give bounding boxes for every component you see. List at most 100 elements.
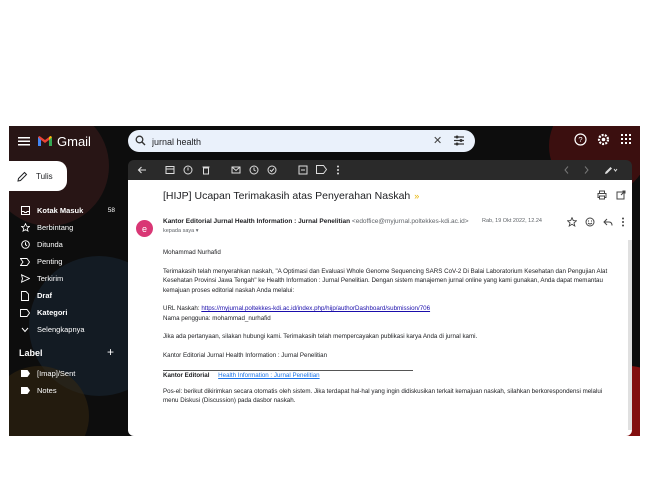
sidebar-item-label: Kotak Masuk xyxy=(37,206,84,215)
sidebar-item-sent[interactable]: Terkirim xyxy=(9,270,121,287)
sidebar-item-drafts[interactable]: Draf xyxy=(9,287,121,304)
username-label: Nama pengguna: xyxy=(163,314,211,322)
snooze-icon[interactable] xyxy=(249,165,259,175)
gmail-m-icon xyxy=(38,136,52,146)
reply-icon[interactable] xyxy=(603,217,613,227)
search-options-icon[interactable] xyxy=(453,135,465,146)
add-label-icon[interactable]: + xyxy=(107,345,114,359)
username-line: Nama pengguna: mohammad_nurhafid xyxy=(163,314,609,324)
draft-icon xyxy=(19,290,31,301)
sidebar-item-label: Selengkapnya xyxy=(37,325,85,334)
signature: Kantor Editorial Health Information : Ju… xyxy=(163,371,609,381)
sender-name[interactable]: Kantor Editorial Jurnal Health Informati… xyxy=(163,218,350,225)
label-icon xyxy=(19,387,31,394)
help-icon[interactable]: ? xyxy=(574,133,587,146)
greeting: Mohammad Nurhafid xyxy=(163,249,221,256)
delete-icon[interactable] xyxy=(201,165,211,175)
main-menu-icon[interactable] xyxy=(17,134,31,148)
sidebar-item-label: Terkirim xyxy=(37,274,64,283)
sidebar-item-label: Berbintang xyxy=(37,223,74,232)
sidebar-item-label: Kategori xyxy=(37,308,68,317)
older-chevron-icon[interactable] xyxy=(583,165,590,175)
recipient-dropdown[interactable]: kepada saya ▾ xyxy=(163,228,199,234)
svg-text:?: ? xyxy=(578,135,582,144)
compose-label: Tulis xyxy=(36,171,53,181)
report-spam-icon[interactable] xyxy=(183,165,193,175)
sidebar-item-inbox[interactable]: Kotak Masuk 58 xyxy=(9,202,121,219)
search-bar[interactable]: ✕ xyxy=(128,130,475,152)
archive-icon[interactable] xyxy=(165,165,175,175)
settings-gear-icon[interactable] xyxy=(597,133,610,146)
url-label: URL Naskah: xyxy=(163,305,200,312)
compose-button[interactable]: Tulis xyxy=(9,161,67,191)
mark-unread-icon[interactable] xyxy=(231,165,241,175)
email-date: Rab, 19 Okt 2022, 12.24 xyxy=(482,218,542,224)
gmail-logo[interactable]: Gmail xyxy=(37,132,91,150)
label-icon xyxy=(19,308,31,317)
sidebar-item-snoozed[interactable]: Ditunda xyxy=(9,236,121,253)
important-icon xyxy=(19,257,31,266)
label-icon xyxy=(19,370,31,377)
back-arrow-icon[interactable] xyxy=(137,165,147,175)
paragraph-submission: Terimakasih telah menyerahkan naskah, "A… xyxy=(163,267,608,294)
url-line: URL Naskah: https://myjurnal.poltekkes-k… xyxy=(163,304,609,314)
important-marker-icon[interactable]: » xyxy=(414,191,419,201)
emoji-reaction-icon[interactable] xyxy=(585,217,595,227)
input-tools-icon[interactable] xyxy=(604,165,618,175)
subject-text: [HIJP] Ucapan Terimakasih atas Penyeraha… xyxy=(163,190,411,202)
inbox-count: 58 xyxy=(107,207,115,214)
message-toolbar xyxy=(128,160,632,180)
top-right-icons: ? xyxy=(574,133,632,146)
more-options-icon[interactable] xyxy=(336,165,340,175)
sidebar-item-label: Draf xyxy=(37,291,53,300)
sidebar-item-label: Penting xyxy=(37,257,63,266)
sidebar-nav: Kotak Masuk 58 Berbintang Ditunda Pentin… xyxy=(9,202,121,338)
label-item-text: [Imap]/Sent xyxy=(37,369,76,378)
sidebar-item-categories[interactable]: Kategori xyxy=(9,304,121,321)
journal-link[interactable]: Health Information : Jurnal Penelitian xyxy=(218,372,319,379)
footer-note: Pos-el: berikut dikirimkan secara otomat… xyxy=(163,387,603,405)
labels-list: [Imap]/Sent Notes xyxy=(9,365,121,399)
open-new-window-icon[interactable] xyxy=(616,190,626,200)
gmail-window: Gmail ✕ ? Tulis Kotak Masuk 58 Berbinta xyxy=(9,126,640,436)
apps-grid-icon[interactable] xyxy=(620,133,632,145)
star-icon[interactable] xyxy=(567,217,577,227)
label-item-text: Notes xyxy=(37,386,57,395)
send-icon xyxy=(19,274,31,283)
label-as-icon[interactable] xyxy=(316,165,327,174)
message-view: [HIJP] Ucapan Terimakasih atas Penyeraha… xyxy=(128,180,632,436)
search-icon[interactable] xyxy=(135,135,146,146)
sender-email: <edoffice@myjurnal.poltekkes-kdi.ac.id> xyxy=(351,218,469,225)
label-item-imap-sent[interactable]: [Imap]/Sent xyxy=(9,365,121,382)
signature-bold: Kantor Editorial xyxy=(163,372,210,379)
move-to-icon[interactable] xyxy=(298,165,308,175)
paragraph-questions: Jika ada pertanyaan, silakan hubungi kam… xyxy=(163,333,478,340)
sidebar-item-important[interactable]: Penting xyxy=(9,253,121,270)
more-options-icon[interactable] xyxy=(621,217,625,227)
clock-icon xyxy=(19,240,31,249)
clear-search-icon[interactable]: ✕ xyxy=(433,134,442,147)
sender-line: Kantor Editorial Jurnal Health Informati… xyxy=(163,218,469,225)
add-task-icon[interactable] xyxy=(267,165,277,175)
star-icon xyxy=(19,223,31,232)
labels-header: Label xyxy=(19,348,43,358)
pencil-icon xyxy=(17,171,28,182)
submission-link[interactable]: https://myjurnal.poltekkes-kdi.ac.id/ind… xyxy=(201,305,430,312)
chevron-down-icon xyxy=(19,327,31,333)
label-item-notes[interactable]: Notes xyxy=(9,382,121,399)
scrollbar[interactable] xyxy=(628,240,632,430)
sidebar-item-more[interactable]: Selengkapnya xyxy=(9,321,121,338)
email-subject: [HIJP] Ucapan Terimakasih atas Penyeraha… xyxy=(163,190,419,202)
search-input[interactable] xyxy=(150,133,434,151)
sidebar-item-label: Ditunda xyxy=(37,240,63,249)
recipient-text: kepada saya xyxy=(163,228,195,234)
gmail-wordmark: Gmail xyxy=(57,133,91,149)
newer-chevron-icon[interactable] xyxy=(563,165,570,175)
username-value: mohammad_nurhafid xyxy=(212,314,271,322)
inbox-icon xyxy=(19,206,31,215)
sidebar-item-starred[interactable]: Berbintang xyxy=(9,219,121,236)
print-icon[interactable] xyxy=(597,190,607,200)
subject-actions xyxy=(597,190,626,200)
message-actions xyxy=(567,217,625,227)
sender-avatar[interactable]: e xyxy=(136,220,153,237)
